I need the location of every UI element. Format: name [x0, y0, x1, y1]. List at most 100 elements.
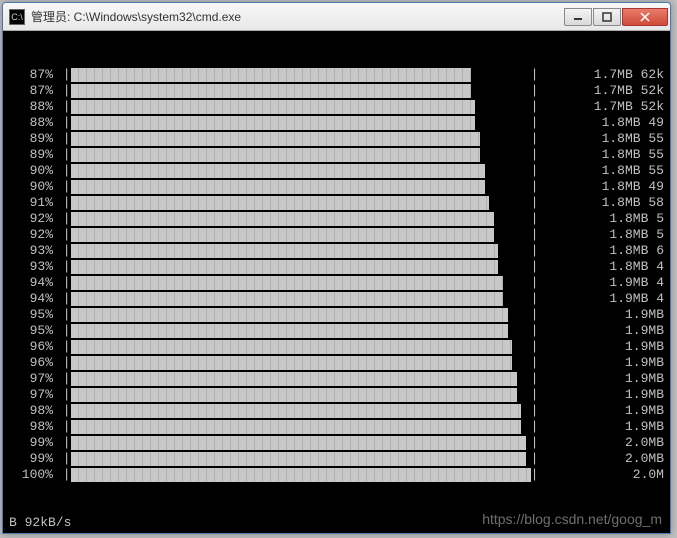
progress-row: 97% || 1.9MB [9, 371, 664, 387]
progress-bar: || [55, 163, 598, 179]
progress-percent: 99% [9, 451, 55, 467]
progress-percent: 90% [9, 163, 55, 179]
progress-bar: || [55, 211, 605, 227]
progress-bar: || [55, 147, 598, 163]
progress-bar: || [55, 83, 590, 99]
progress-row: 87% || 1.7MB 62k [9, 67, 664, 83]
progress-row: 99% || 2.0MB [9, 451, 664, 467]
progress-rate: 1.9MB [621, 355, 664, 371]
progress-rate: 1.9MB [621, 387, 664, 403]
progress-rate: 1.9MB [621, 419, 664, 435]
window-title: 管理员: C:\Windows\system32\cmd.exe [31, 8, 564, 25]
progress-row: 89% || 1.8MB 55 [9, 147, 664, 163]
progress-row: 91% || 1.8MB 58 [9, 195, 664, 211]
progress-bar: || [55, 467, 629, 483]
watermark: https://blog.csdn.net/goog_m [482, 511, 662, 527]
progress-percent: 98% [9, 419, 55, 435]
progress-bar: || [55, 259, 605, 275]
progress-row: 88% || 1.7MB 52k [9, 99, 664, 115]
progress-row: 87% || 1.7MB 52k [9, 83, 664, 99]
cmd-window: C:\ 管理员: C:\Windows\system32\cmd.exe 87%… [2, 2, 671, 534]
progress-bar: || [55, 355, 621, 371]
close-button[interactable] [622, 8, 668, 26]
progress-percent: 88% [9, 115, 55, 131]
progress-rate: 1.7MB 62k [590, 67, 664, 83]
progress-bar: || [55, 387, 621, 403]
progress-percent: 94% [9, 291, 55, 307]
progress-percent: 92% [9, 227, 55, 243]
progress-row: 94% || 1.9MB 4 [9, 291, 664, 307]
progress-rate: 1.8MB 5 [605, 211, 664, 227]
progress-rate: 1.9MB 4 [605, 291, 664, 307]
progress-percent: 97% [9, 371, 55, 387]
progress-percent: 90% [9, 179, 55, 195]
progress-row: 95% || 1.9MB [9, 323, 664, 339]
progress-row: 88% || 1.8MB 49 [9, 115, 664, 131]
progress-bar: || [55, 179, 598, 195]
progress-rate: 1.7MB 52k [590, 83, 664, 99]
progress-rate: 1.8MB 58 [598, 195, 664, 211]
minimize-button[interactable] [564, 8, 592, 26]
progress-rate: 1.9MB [621, 339, 664, 355]
progress-rate: 1.9MB 4 [605, 275, 664, 291]
progress-percent: 96% [9, 355, 55, 371]
progress-bar: || [55, 307, 621, 323]
progress-percent: 87% [9, 67, 55, 83]
progress-bar: || [55, 403, 621, 419]
progress-percent: 93% [9, 243, 55, 259]
titlebar[interactable]: C:\ 管理员: C:\Windows\system32\cmd.exe [3, 3, 670, 31]
progress-bar: || [55, 227, 605, 243]
progress-percent: 97% [9, 387, 55, 403]
app-icon: C:\ [9, 9, 25, 25]
progress-bar: || [55, 435, 621, 451]
progress-rate: 2.0MB [621, 435, 664, 451]
progress-bar: || [55, 291, 605, 307]
maximize-button[interactable] [593, 8, 621, 26]
progress-row: 90% || 1.8MB 49 [9, 179, 664, 195]
progress-bar: || [55, 451, 621, 467]
progress-row: 96% || 1.9MB [9, 339, 664, 355]
progress-row: 93% || 1.8MB 6 [9, 243, 664, 259]
progress-bar: || [55, 339, 621, 355]
progress-row: 95% || 1.9MB [9, 307, 664, 323]
progress-bar: || [55, 99, 590, 115]
progress-row: 98% || 1.9MB [9, 419, 664, 435]
progress-percent: 87% [9, 83, 55, 99]
progress-rate: 1.9MB [621, 307, 664, 323]
progress-row: 94% || 1.9MB 4 [9, 275, 664, 291]
progress-percent: 95% [9, 307, 55, 323]
progress-percent: 89% [9, 131, 55, 147]
progress-rate: 2.0MB [621, 451, 664, 467]
progress-bar: || [55, 115, 598, 131]
progress-row: 98% || 1.9MB [9, 403, 664, 419]
progress-rate: 1.8MB 55 [598, 163, 664, 179]
progress-bar: || [55, 323, 621, 339]
progress-row: 100% || 2.0M [9, 467, 664, 483]
progress-rate: 2.0M [629, 467, 664, 483]
progress-bar: || [55, 67, 590, 83]
console-output[interactable]: 87% || 1.7MB 62k87% || 1.7MB 52k88% || 1… [3, 31, 670, 533]
progress-rate: 1.9MB [621, 403, 664, 419]
progress-row: 90% || 1.8MB 55 [9, 163, 664, 179]
progress-percent: 92% [9, 211, 55, 227]
progress-percent: 99% [9, 435, 55, 451]
progress-percent: 94% [9, 275, 55, 291]
progress-row: 97% || 1.9MB [9, 387, 664, 403]
progress-row: 96% || 1.9MB [9, 355, 664, 371]
progress-percent: 91% [9, 195, 55, 211]
progress-percent: 95% [9, 323, 55, 339]
progress-rate: 1.8MB 55 [598, 147, 664, 163]
window-buttons [564, 8, 668, 26]
progress-row: 93% || 1.8MB 4 [9, 259, 664, 275]
progress-rate: 1.9MB [621, 371, 664, 387]
progress-rate: 1.8MB 49 [598, 179, 664, 195]
progress-percent: 96% [9, 339, 55, 355]
progress-rate: 1.8MB 49 [598, 115, 664, 131]
progress-row: 92% || 1.8MB 5 [9, 227, 664, 243]
progress-row: 92% || 1.8MB 5 [9, 211, 664, 227]
progress-row: 89% || 1.8MB 55 [9, 131, 664, 147]
progress-rate: 1.8MB 6 [605, 243, 664, 259]
progress-rate: 1.8MB 55 [598, 131, 664, 147]
progress-rate: 1.8MB 5 [605, 227, 664, 243]
progress-bar: || [55, 419, 621, 435]
